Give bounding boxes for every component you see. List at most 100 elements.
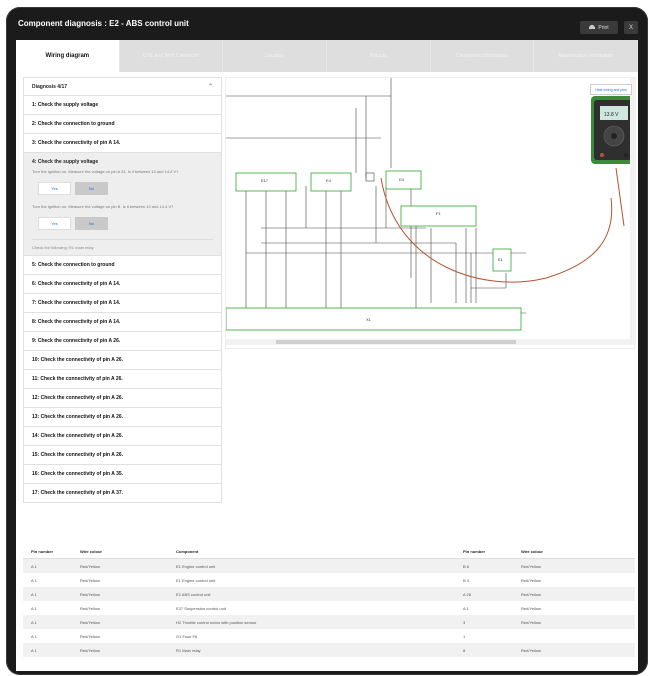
tab-wiring-diagram[interactable]: Wiring diagram: [16, 40, 120, 72]
diagnosis-step[interactable]: 17: Check the connectivity of pin A 37.: [23, 484, 222, 503]
table-cell: Red/Yellow: [80, 591, 100, 597]
diagnosis-step[interactable]: 3: Check the connectivity of pin A 14.: [23, 134, 222, 153]
no-button[interactable]: No: [75, 182, 108, 195]
table-cell: A 1: [31, 577, 37, 583]
table-cell: A 1: [31, 605, 37, 611]
table-cell: A 1: [31, 633, 37, 639]
table-cell: Red/Yellow: [521, 563, 541, 569]
tab-component-information[interactable]: Component Information: [431, 40, 535, 72]
table-cell: A 28: [463, 591, 472, 597]
diagnosis-title: Diagnosis 4/17: [32, 83, 68, 90]
table-cell: E37 Suspension control unit: [176, 605, 226, 611]
yes-button[interactable]: Yes: [38, 217, 71, 230]
tab-bar: Wiring diagram OTE and Tech Connector Lo…: [16, 40, 638, 72]
tab-maintenance-information[interactable]: Maintenance information: [534, 40, 638, 72]
meter-reading: 13.8 V: [604, 112, 619, 118]
component-label: F1: [436, 211, 441, 216]
table-cell: Red/Yellow: [80, 619, 100, 625]
table-cell: 8: [463, 647, 466, 653]
diagnosis-step[interactable]: 6: Check the connectivity of pin A 14.: [23, 275, 222, 294]
diagnosis-step[interactable]: 15: Check the connectivity of pin A 26.: [23, 446, 222, 465]
table-cell: Red/Yellow: [80, 577, 100, 583]
step-instruction: Turn the ignition on. Measure the voltag…: [32, 169, 179, 174]
diagnosis-step[interactable]: 2: Check the connection to ground: [23, 115, 222, 134]
table-cell: Red/Yellow: [521, 647, 541, 653]
table-header: Pin number Wire colour Component Pin num…: [23, 545, 635, 559]
check-following-text: Check the following: R1 main relay: [32, 239, 213, 250]
diagnosis-panel: Diagnosis 4/17 ⌃ 1: Check the supply vol…: [23, 77, 222, 503]
table-cell: E1 Engine control unit: [176, 563, 216, 569]
column-header: Wire colour: [521, 549, 543, 554]
component-label: X1: [366, 317, 372, 322]
table-cell: A 1: [31, 563, 37, 569]
table-cell: 1: [463, 633, 466, 639]
diagnosis-step[interactable]: 1: Check the supply voltage: [23, 96, 222, 115]
table-row[interactable]: A 1 Red/Yellow E37 Suspension control un…: [23, 601, 635, 615]
column-header: Pin number: [31, 549, 54, 554]
wiring-diagram-canvas: E17 E4 E4 F1 E1 X1 13.8 V: [225, 78, 636, 345]
table-body: A 1 Red/Yellow E1 Engine control unit B …: [23, 559, 635, 657]
diagnosis-step-expanded: 4: Check the supply voltage Turn the ign…: [23, 153, 222, 256]
diagnosis-step[interactable]: 16: Check the connectivity of pin A 35.: [23, 465, 222, 484]
diagnosis-header[interactable]: Diagnosis 4/17 ⌃: [23, 77, 222, 96]
column-header: Pin number: [463, 549, 486, 554]
table-row[interactable]: A 1 Red/Yellow H2 Throttle control motor…: [23, 615, 635, 629]
component-label: E4: [399, 177, 405, 182]
table-cell: B 4: [463, 577, 470, 583]
title-bar: Component diagnosis : E2 - ABS control u…: [6, 7, 648, 39]
close-icon: X: [628, 24, 633, 31]
diagnosis-step[interactable]: 13: Check the connectivity of pin A 26.: [23, 408, 222, 427]
tab-ote-connector[interactable]: OTE and Tech Connector: [120, 40, 224, 72]
pin-table: Pin number Wire colour Component Pin num…: [23, 545, 635, 657]
step-instruction: Turn the ignition on. Measure the voltag…: [32, 204, 174, 209]
diagnosis-step[interactable]: 5: Check the connection to ground: [23, 256, 222, 275]
table-cell: B 6: [463, 563, 470, 569]
table-cell: A 1: [31, 619, 37, 625]
tab-location[interactable]: Location: [223, 40, 328, 72]
table-cell: A 1: [463, 605, 469, 611]
table-cell: R1 Main relay: [176, 647, 201, 653]
table-cell: Red/Yellow: [521, 591, 541, 597]
table-cell: A 1: [31, 591, 37, 597]
table-row[interactable]: A 1 Red/Yellow E2 ABS control unit A 28 …: [23, 587, 635, 601]
no-button[interactable]: No: [75, 217, 108, 230]
diagnosis-step[interactable]: 8: Check the connectivity of pin A 14.: [23, 313, 222, 332]
column-header: Component: [176, 549, 199, 554]
table-cell: H2 Throttle control motor with position …: [176, 619, 257, 625]
diagnosis-step[interactable]: 14: Check the connectivity of pin A 26.: [23, 427, 222, 446]
print-label: Print: [598, 24, 609, 31]
table-row[interactable]: A 1 Red/Yellow E1 Engine control unit B …: [23, 573, 635, 587]
table-cell: E2 ABS control unit: [176, 591, 211, 597]
table-cell: Red/Yellow: [80, 605, 100, 611]
table-cell: Red/Yellow: [521, 619, 541, 625]
diagnosis-step[interactable]: 7: Check the connectivity of pin A 14.: [23, 294, 222, 313]
table-row[interactable]: A 1 Red/Yellow R1 Main relay 8 Red/Yello…: [23, 643, 635, 657]
tab-pinouts[interactable]: Pinouts: [327, 40, 431, 72]
wiring-diagram[interactable]: E17 E4 E4 F1 E1 X1 13.8 V Hide wiring an…: [225, 77, 636, 349]
component-label: E17: [261, 178, 269, 183]
table-cell: G1 Fuse F6: [176, 633, 198, 639]
table-row[interactable]: A 1 Red/Yellow E1 Engine control unit B …: [23, 559, 635, 573]
print-button[interactable]: Print: [580, 21, 618, 34]
yes-button[interactable]: Yes: [38, 182, 71, 195]
diagnosis-step[interactable]: 11: Check the connectivity of pin A 26.: [23, 370, 222, 389]
diagnosis-step[interactable]: 10: Check the connectivity of pin A 26.: [23, 351, 222, 370]
table-row[interactable]: A 1 Red/Yellow G1 Fuse F6 1: [23, 629, 635, 643]
column-header: Wire colour: [80, 549, 102, 554]
table-cell: Red/Yellow: [80, 633, 100, 639]
component-label: E1: [498, 257, 504, 262]
printer-icon: [589, 25, 596, 29]
window-title: Component diagnosis : E2 - ABS control u…: [18, 18, 189, 28]
diagnosis-step[interactable]: 12: Check the connectivity of pin A 26.: [23, 389, 222, 408]
diagnosis-step[interactable]: 9: Check the connectivity of pin A 26.: [23, 332, 222, 351]
table-cell: Red/Yellow: [80, 647, 100, 653]
answer-buttons: Yes No: [38, 182, 213, 195]
table-cell: Red/Yellow: [521, 577, 541, 583]
answer-buttons: Yes No: [38, 217, 213, 230]
table-cell: 3: [463, 619, 466, 625]
hide-wiring-button[interactable]: Hide wiring and pins: [590, 84, 632, 95]
chevron-up-icon[interactable]: ⌃: [208, 83, 213, 90]
close-button[interactable]: X: [624, 21, 638, 34]
component-label: E4: [326, 178, 332, 183]
table-cell: Red/Yellow: [521, 605, 541, 611]
